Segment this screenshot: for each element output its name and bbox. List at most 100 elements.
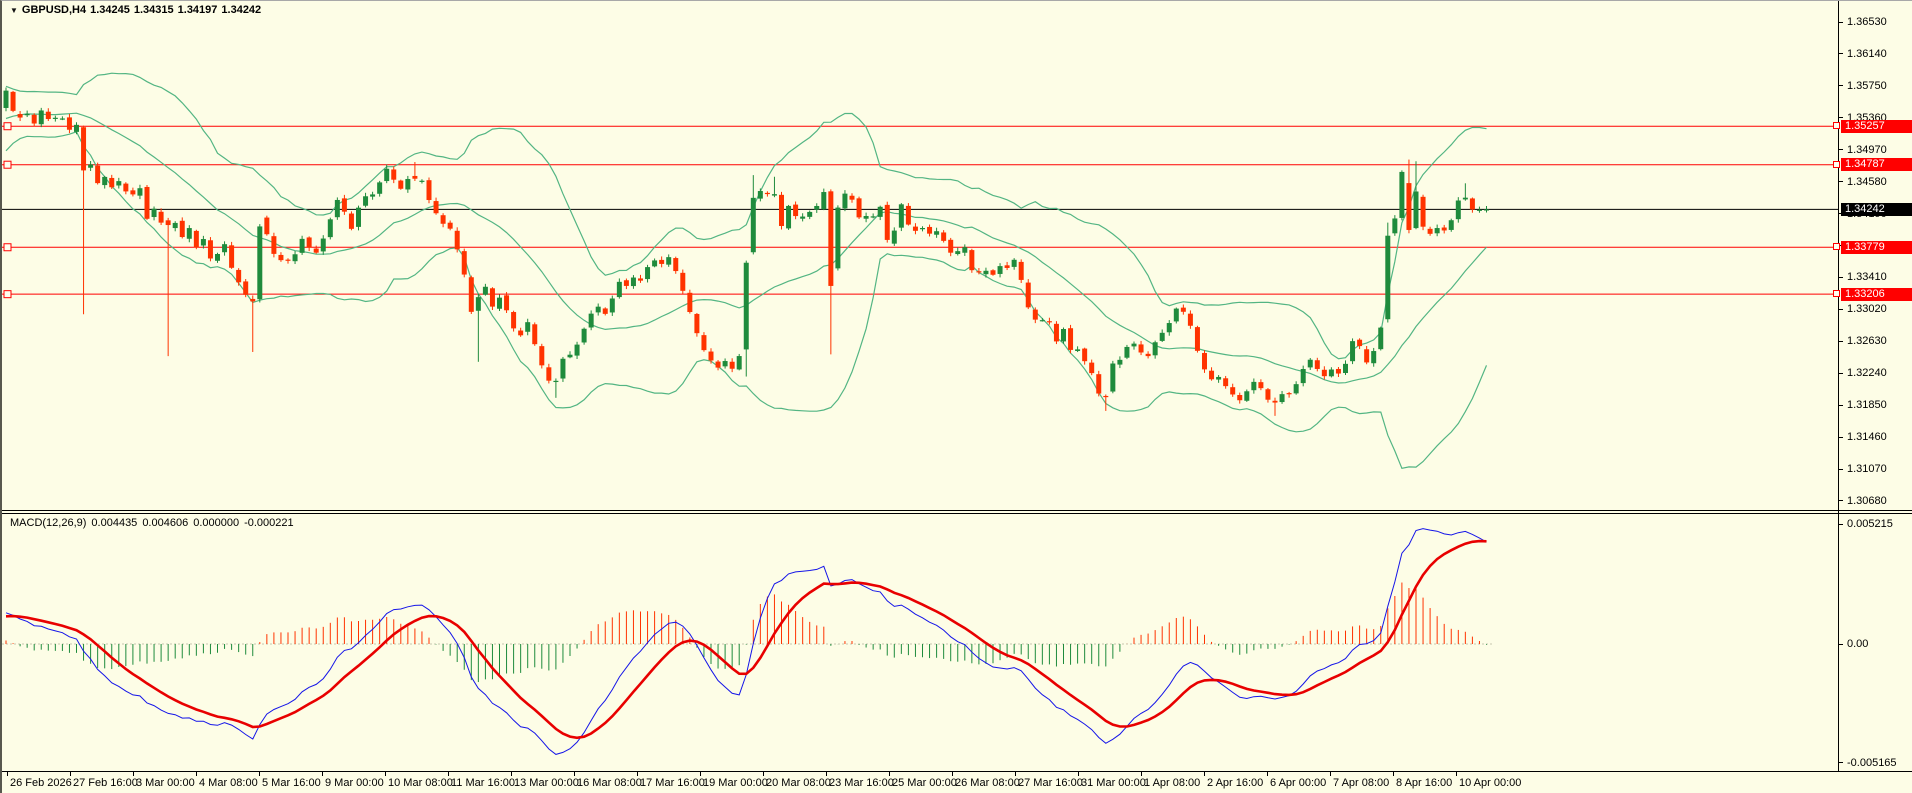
candle-body [441,215,446,224]
time-tick-mark [1078,772,1079,776]
candle-body [363,196,368,205]
macd-axis-top-label: 0.005215 [1847,518,1893,530]
time-label: 16 Mar 08:00 [577,777,642,789]
candle-body [1294,384,1299,393]
candle-body [758,191,763,199]
candle-body [1463,198,1468,200]
level-line-anchor[interactable] [4,123,11,130]
level-line-handle[interactable] [1833,243,1840,250]
price-tick-label: 1.35750 [1847,80,1887,92]
macd-chart-area[interactable] [2,514,1838,771]
level-line-anchor[interactable] [4,291,11,298]
price-tick-label: 1.34970 [1847,144,1887,156]
candle-body [624,280,629,286]
price-tick-mark [1839,85,1843,86]
candle-body [673,258,678,271]
candle-body [723,361,728,366]
price-chart-area[interactable] [2,1,1838,510]
candle-body [1371,351,1376,363]
level-line-anchor[interactable] [4,244,11,251]
price-tick-mark [1839,117,1843,118]
candle-body [152,209,157,217]
price-tick-mark [1839,341,1843,342]
candle-body [553,381,558,382]
candle-body [575,345,580,356]
candle-body [1280,394,1285,402]
candle-body [1357,340,1362,346]
macd-value-signal: 0.004606 [142,517,188,529]
time-label: 19 Mar 00:00 [703,777,768,789]
candle-body [737,356,742,369]
macd-value-zero: 0.000000 [193,517,239,529]
candle-body [1202,353,1207,369]
time-axis[interactable]: 26 Feb 202627 Feb 16:003 Mar 00:004 Mar … [2,771,1912,793]
candle-body [1216,377,1221,380]
candle-body [412,176,417,179]
level-line-handle[interactable] [1833,122,1840,129]
candle-body [701,335,706,350]
time-label: 31 Mar 00:00 [1081,777,1146,789]
time-label: 10 Apr 00:00 [1459,777,1521,789]
candle-body [215,254,220,261]
level-line-handle[interactable] [1833,290,1840,297]
candle-body [25,114,30,115]
candle-body [1174,309,1179,322]
price-tick-mark [1839,53,1843,54]
time-label: 1 Apr 08:00 [1144,777,1200,789]
current-price-box: 1.34242 [1841,203,1912,216]
candle-body [1484,209,1489,210]
time-label: 6 Apr 00:00 [1270,777,1326,789]
symbol-dropdown-icon[interactable]: ▼ [10,6,18,15]
time-tick-mark [70,772,71,776]
candle-body [1153,342,1158,355]
candle-body [765,193,770,194]
candle-body [398,181,403,189]
candle-body [1230,387,1235,394]
ohlc-open: 1.34245 [90,4,130,16]
candle-body [1350,341,1355,361]
candle-body [525,322,530,332]
candle-body [264,218,269,235]
time-tick-mark [7,772,8,776]
candle-body [1223,378,1228,386]
candle-body [1061,329,1066,341]
candle-body [850,196,855,200]
candle-body [455,231,460,250]
candle-body [913,227,918,231]
candle-body [278,255,283,260]
candle-body [1132,344,1137,347]
candle-body [659,260,664,264]
candle-body [1103,396,1108,397]
candle-body [356,208,361,227]
candle-body [1089,363,1094,373]
price-axis[interactable]: 1.365301.361401.357501.353601.349701.345… [1838,1,1912,771]
candle-body [1054,324,1059,342]
price-tick-mark [1839,22,1843,23]
price-tick-mark [1839,469,1843,470]
time-tick-mark [700,772,701,776]
candle-body [596,307,601,313]
candle-body [1378,328,1383,350]
candles [4,88,1490,416]
candle-body [46,112,51,119]
level-price-box: 1.33779 [1841,241,1912,254]
price-tick-mark [1839,405,1843,406]
candle-body [744,263,749,350]
time-tick-mark [133,772,134,776]
candle-body [1364,349,1369,362]
price-tick-label: 1.36530 [1847,16,1887,28]
price-tick-mark [1839,762,1843,763]
candle-body [434,201,439,213]
candle-body [1082,349,1087,362]
level-line-anchor[interactable] [4,161,11,168]
time-tick-mark [322,772,323,776]
candle-body [1273,401,1278,403]
candle-body [962,247,967,253]
candle-body [1139,344,1144,352]
level-line-handle[interactable] [1833,161,1840,168]
candle-body [1251,382,1256,390]
candle-body [32,115,37,124]
candle-body [1322,370,1327,376]
candle-body [1237,395,1242,400]
panel-divider[interactable] [2,510,1912,514]
